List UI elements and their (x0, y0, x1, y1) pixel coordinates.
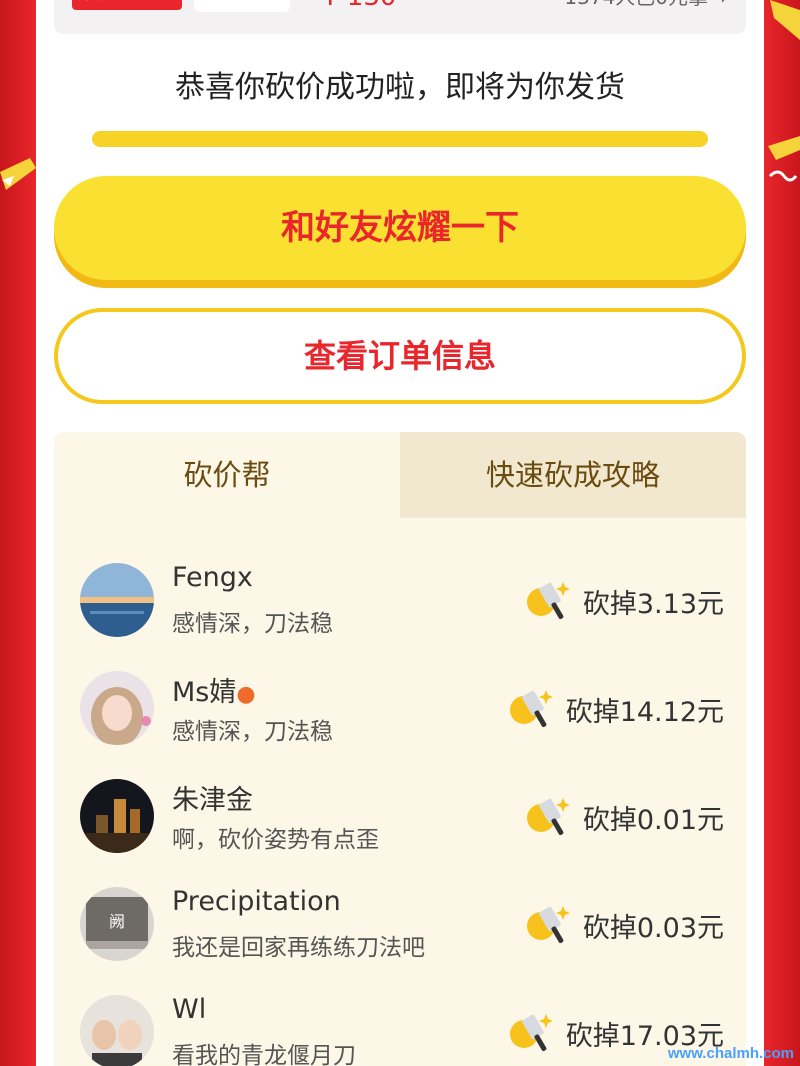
avatar (80, 563, 154, 637)
helper-comment: 感情深，刀法稳 (172, 719, 333, 745)
helper-comment: 看我的青龙偃月刀 (172, 1043, 356, 1066)
helpers-list: Fengx 感情深，刀法稳 砍掉3.13元 Ms婧● 感情深，刀法稳 砍掉14.… (54, 542, 746, 1066)
list-item: 阙 Precipitation 我还是回家再练练刀法吧 砍掉0.03元 (54, 866, 746, 974)
view-order-button[interactable]: 查看订单信息 (54, 308, 746, 404)
cut-amount-text: 砍掉3.13元 (582, 588, 724, 620)
product-tag: 升级款200ml (72, 0, 182, 10)
bargain-progress-fill (92, 131, 708, 147)
list-item: 朱津金 啊，砍价姿势有点歪 砍掉0.01元 (54, 758, 746, 866)
helper-name: Wl (172, 994, 207, 1025)
list-item: Ms婧● 感情深，刀法稳 砍掉14.12元 (54, 650, 746, 758)
cleaver-icon (509, 690, 553, 728)
panel-tabs: 砍价帮 快速砍成攻略 (54, 432, 746, 518)
cut-amount: 砍掉0.01元 (523, 794, 724, 840)
product-price: ¥ 130 (322, 0, 396, 10)
success-message: 恭喜你砍价成功啦，即将为你发货 (175, 70, 625, 105)
ribbon-decoration-icon (768, 136, 800, 182)
bargain-result-card: 升级款200ml ¥ 130 1374人已0元拿 › 恭喜你砍价成功啦，即将为你… (36, 0, 764, 1066)
couple-avatar-icon (80, 995, 154, 1066)
ribbon-decoration-icon (0, 158, 36, 190)
bargain-progress-bar (92, 131, 708, 147)
cut-amount-text: 砍掉0.03元 (582, 912, 724, 944)
chevron-right-icon: › (720, 0, 728, 8)
helper-name: Ms婧● (172, 677, 256, 708)
avatar (80, 995, 154, 1066)
product-summary-bar[interactable]: 升级款200ml ¥ 130 1374人已0元拿 › (54, 0, 746, 34)
helper-name: 朱津金 (172, 785, 253, 816)
ribbon-decoration-icon (770, 0, 800, 40)
helpers-panel: 砍价帮 快速砍成攻略 Fengx 感情深，刀法稳 砍掉3.13元 Ms婧● 感情… (54, 432, 746, 1066)
room-avatar-icon: 阙 (80, 887, 154, 961)
tab-quick-bargain-tips[interactable]: 快速砍成攻略 (400, 432, 746, 518)
woman-avatar-icon (80, 671, 154, 745)
site-watermark: www.chalmh.com (667, 1045, 794, 1062)
share-with-friends-button[interactable]: 和好友炫耀一下 (54, 176, 746, 280)
helper-name: Precipitation (172, 886, 341, 917)
balloon-icon: ● (236, 682, 256, 707)
cut-amount: 砍掉3.13元 (523, 578, 724, 624)
helper-name: Fengx (172, 562, 253, 593)
cut-amount-text: 砍掉14.12元 (565, 696, 724, 728)
avatar: 阙 (80, 887, 154, 961)
sunset-sea-avatar-icon (80, 563, 154, 637)
cleaver-icon (526, 798, 570, 836)
participant-count: 1374人已0元拿 (564, 0, 708, 8)
cleaver-icon (526, 906, 570, 944)
cut-amount: 砍掉0.03元 (523, 902, 724, 948)
cleaver-icon (526, 582, 570, 620)
cut-amount: 砍掉14.12元 (506, 686, 724, 732)
avatar (80, 779, 154, 853)
cleaver-icon (509, 1014, 553, 1052)
product-thumbnail (194, 0, 290, 12)
tab-bargain-helpers[interactable]: 砍价帮 (54, 432, 400, 518)
avatar (80, 671, 154, 745)
helper-comment: 感情深，刀法稳 (172, 611, 333, 637)
helper-comment: 我还是回家再练练刀法吧 (172, 935, 425, 961)
cut-amount-text: 砍掉0.01元 (582, 804, 724, 836)
city-night-avatar-icon (80, 779, 154, 853)
helper-comment: 啊，砍价姿势有点歪 (172, 827, 379, 853)
list-item: Wl 看我的青龙偃月刀 砍掉17.03元 (54, 974, 746, 1066)
avatar-overlay-text: 阙 (109, 912, 125, 931)
list-item: Fengx 感情深，刀法稳 砍掉3.13元 (54, 542, 746, 650)
